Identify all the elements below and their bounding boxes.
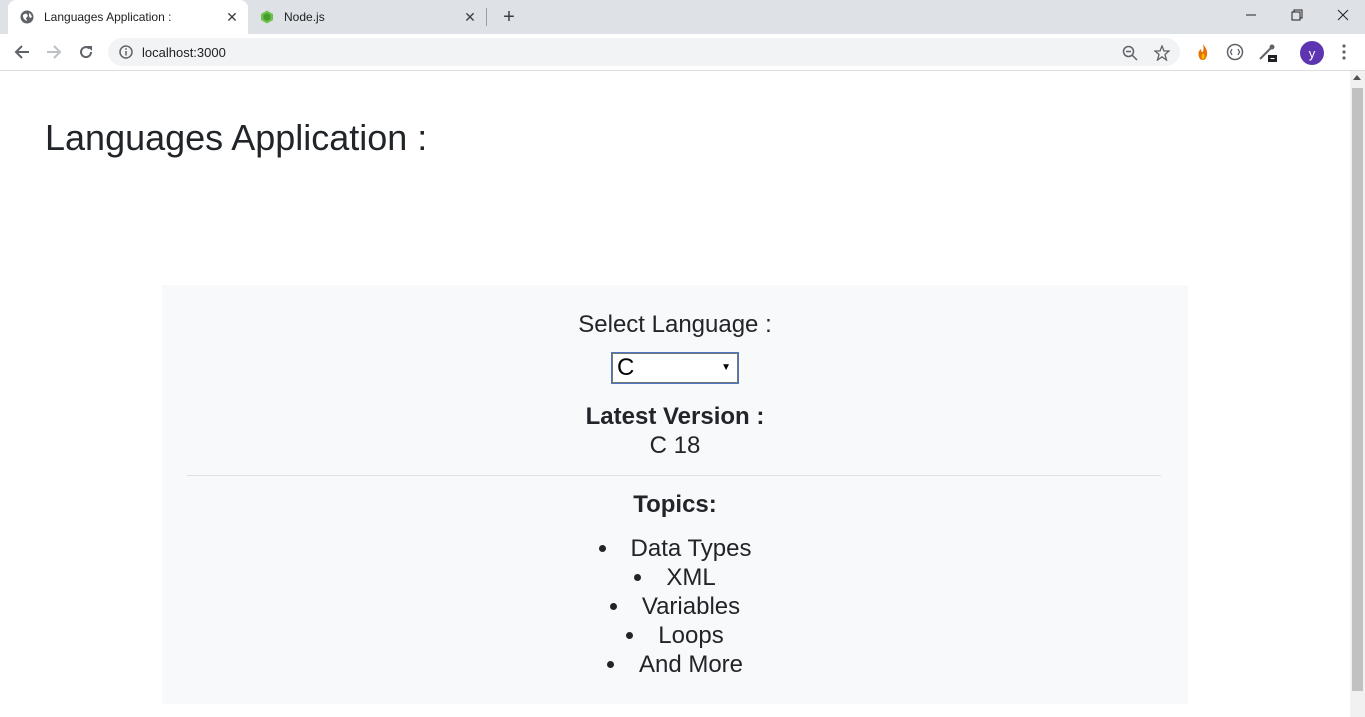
minimize-icon[interactable] (1228, 0, 1274, 30)
extension-circle-icon[interactable] (1224, 41, 1246, 63)
scroll-up-arrow-icon[interactable] (1353, 75, 1361, 80)
select-language-label: Select Language : (578, 311, 772, 338)
page-title: Languages Application : (45, 117, 428, 158)
zoom-out-icon[interactable] (1121, 44, 1139, 62)
new-tab-icon[interactable]: + (499, 6, 519, 28)
list-item: Loops (162, 621, 1188, 650)
url-text: localhost:3000 (142, 45, 226, 60)
selected-language-value: C (617, 354, 635, 381)
list-item: XML (162, 563, 1188, 592)
divider (187, 475, 1161, 476)
latest-version-value: C 18 (649, 432, 701, 459)
dropdown-arrow-icon: ▼ (721, 362, 731, 373)
tab-title: Languages Application : (44, 10, 172, 24)
bookmark-star-icon[interactable] (1153, 44, 1171, 62)
scrollbar-thumb[interactable] (1352, 88, 1363, 691)
list-item: And More (162, 650, 1188, 679)
reload-icon[interactable] (74, 40, 98, 64)
profile-avatar[interactable]: y (1300, 41, 1324, 65)
close-tab-icon[interactable]: ✕ (224, 9, 240, 25)
browser-toolbar: localhost:3000 y (0, 34, 1365, 71)
tab-title: Node.js (284, 10, 325, 24)
list-item: Data Types (162, 534, 1188, 563)
tab-nodejs[interactable]: Node.js ✕ (248, 0, 486, 34)
back-arrow-icon[interactable] (10, 40, 34, 64)
eyedropper-extension-icon[interactable] (1256, 41, 1278, 63)
address-bar[interactable]: localhost:3000 (108, 38, 1180, 66)
tab-separator (486, 8, 487, 26)
page-viewport: Languages Application : Select Language … (0, 71, 1350, 717)
close-window-icon[interactable] (1320, 0, 1365, 30)
close-tab-icon[interactable]: ✕ (462, 9, 478, 25)
tab-strip: Languages Application : ✕ Node.js ✕ + (0, 0, 1365, 34)
list-item: Variables (162, 592, 1188, 621)
latest-version-label: Latest Version : (585, 403, 765, 430)
language-select[interactable]: C ▼ (611, 352, 739, 384)
forward-arrow-icon[interactable] (42, 40, 66, 64)
restore-icon[interactable] (1274, 0, 1320, 30)
topics-label: Topics: (633, 491, 717, 518)
language-card: Select Language : C ▼ Latest Version : C… (162, 285, 1188, 704)
info-icon[interactable] (119, 45, 133, 59)
globe-icon (20, 10, 34, 24)
fire-extension-icon[interactable] (1192, 41, 1214, 63)
menu-kebab-icon[interactable] (1333, 41, 1355, 63)
nodejs-hexagon-icon (260, 10, 274, 24)
tab-languages-application[interactable]: Languages Application : ✕ (8, 0, 248, 34)
topics-list: Data Types XML Variables Loops And More (162, 534, 1188, 679)
vertical-scrollbar[interactable] (1350, 71, 1365, 717)
